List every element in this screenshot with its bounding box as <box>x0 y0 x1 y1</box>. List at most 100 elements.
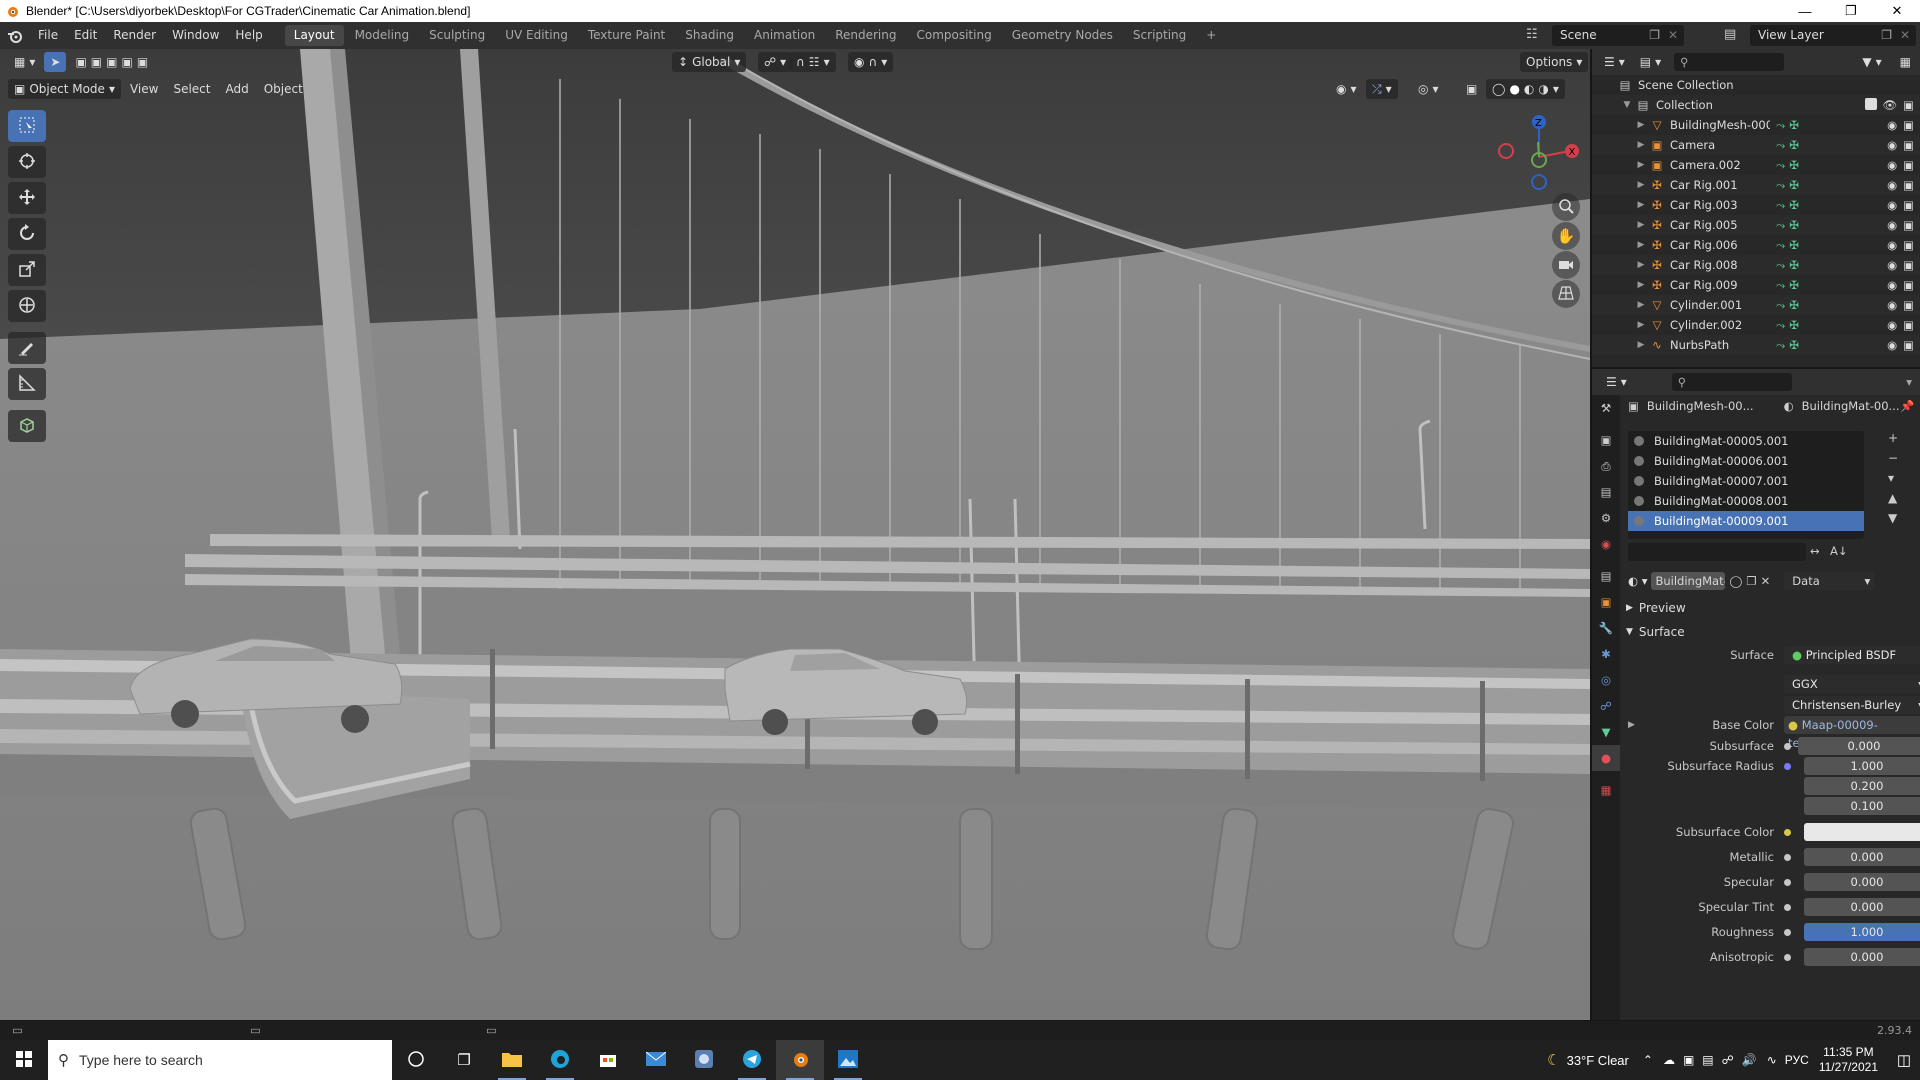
pivot-point-dropdown[interactable]: ☍ ▾ <box>758 52 793 72</box>
data-icon[interactable]: ✠ <box>1789 318 1799 333</box>
unlink-material-icon[interactable]: ✕ <box>1761 574 1771 588</box>
eye-icon[interactable]: ◉ <box>1887 238 1897 252</box>
metallic-socket-icon[interactable] <box>1784 854 1791 861</box>
overlay-toggle[interactable]: ◎ ▾ <box>1412 79 1445 99</box>
tool-move[interactable] <box>8 182 46 214</box>
data-icon[interactable]: ✠ <box>1789 218 1799 233</box>
duplicate-material-icon[interactable]: ❐ <box>1746 574 1756 588</box>
fake-user-shield-icon[interactable]: ◯ <box>1729 574 1742 588</box>
tray-app3-icon[interactable]: ☍ <box>1722 1053 1734 1067</box>
tab-modeling[interactable]: Modeling <box>346 25 419 46</box>
menu-help[interactable]: Help <box>227 22 270 49</box>
expand-item-icon[interactable]: ▶ <box>1634 300 1648 310</box>
volume-speaker-icon[interactable]: 🔊 <box>1742 1053 1757 1067</box>
data-icon[interactable]: ✠ <box>1789 338 1799 353</box>
outliner-item[interactable]: ▶ ✠ Car Rig.006 ⤳ ✠ ◉ ▣ <box>1592 235 1920 255</box>
tab-geometry-nodes[interactable]: Geometry Nodes <box>1003 25 1122 46</box>
surface-panel-header[interactable]: ▼ Surface <box>1626 621 1685 643</box>
expand-item-icon[interactable]: ▶ <box>1634 280 1648 290</box>
tab-collection[interactable]: ▤ <box>1592 563 1620 589</box>
outliner-item[interactable]: ▶ ✠ Car Rig.001 ⤳ ✠ ◉ ▣ <box>1592 175 1920 195</box>
outliner-item[interactable]: ▶ ▣ Camera ⤳ ✠ ◉ ▣ <box>1592 135 1920 155</box>
render-camera-icon[interactable]: ▣ <box>1903 258 1914 272</box>
notifications-icon[interactable]: ◫ <box>1888 1051 1920 1069</box>
tab-object[interactable]: ▣ <box>1592 589 1620 615</box>
material-slot[interactable]: BuildingMat-00009.001 <box>1628 511 1864 531</box>
zoom-view-button[interactable] <box>1552 193 1580 221</box>
eye-icon[interactable]: ◉ <box>1887 118 1897 132</box>
taskbar-app[interactable] <box>680 1040 728 1080</box>
eye-icon[interactable]: 👁 <box>1883 98 1898 112</box>
taskbar-store[interactable] <box>584 1040 632 1080</box>
tab-material[interactable]: ● <box>1592 745 1620 771</box>
snap-toggle[interactable]: ∩ ☷ ▾ <box>790 52 836 72</box>
outliner-item[interactable]: ▶▽BuildingMesh-00054.001⤳✠◉▣ <box>1592 115 1920 135</box>
data-icon[interactable]: ✠ <box>1789 278 1799 293</box>
subsurface-radius-y-field[interactable]: 0.200 <box>1804 777 1920 795</box>
subsurface-socket-icon[interactable] <box>1784 743 1791 750</box>
outliner-search-input[interactable]: ⚲ <box>1674 53 1785 71</box>
render-camera-icon[interactable]: ▣ <box>1903 198 1914 212</box>
expand-item-icon[interactable]: ▶ <box>1634 260 1648 270</box>
render-camera-icon[interactable]: ▣ <box>1903 178 1914 192</box>
select-extend-icon[interactable]: ▣ <box>91 52 102 72</box>
subsurface-color-socket-icon[interactable] <box>1784 829 1791 836</box>
sort-toggle-icon[interactable]: ↔ <box>1810 544 1820 558</box>
selection-mode-group[interactable]: ▣ ▣ ▣ ▣ ▣ <box>69 52 154 72</box>
language-indicator[interactable]: РУС <box>1785 1053 1809 1067</box>
tab-view-layer[interactable]: ▤ <box>1592 479 1620 505</box>
view-layer-selector[interactable]: View Layer ❐ ✕ <box>1750 25 1916 46</box>
copy-view-layer-icon[interactable]: ❐ <box>1881 25 1892 46</box>
properties-options-icon[interactable]: ▾ <box>1906 375 1912 389</box>
material-shading-icon[interactable]: ◐ <box>1524 79 1534 99</box>
add-workspace-button[interactable]: + <box>1197 25 1225 46</box>
taskbar-file-explorer[interactable] <box>488 1040 536 1080</box>
specular-socket-icon[interactable] <box>1784 879 1791 886</box>
transform-orientation-dropdown[interactable]: ↕ Global ▾ <box>672 52 747 72</box>
solid-shading-icon[interactable]: ● <box>1509 79 1519 99</box>
gizmo-toggle[interactable]: ⤮ ▾ <box>1366 79 1398 99</box>
tab-layout[interactable]: Layout <box>284 25 344 46</box>
material-slot[interactable]: BuildingMat-00007.001 <box>1628 471 1864 491</box>
menu-render[interactable]: Render <box>105 22 164 49</box>
pin-icon[interactable]: 📌 <box>1900 399 1914 413</box>
render-camera-icon[interactable]: ▣ <box>1903 278 1914 292</box>
render-camera-icon[interactable]: ▣ <box>1903 98 1914 112</box>
weather-label[interactable]: 33°F Clear <box>1567 1053 1629 1068</box>
render-camera-icon[interactable]: ▣ <box>1903 218 1914 232</box>
expand-item-icon[interactable]: ▶ <box>1634 160 1648 170</box>
onedrive-cloud-icon[interactable]: ☁ <box>1663 1053 1675 1067</box>
move-slot-up-button[interactable]: ▲ <box>1888 491 1898 505</box>
render-camera-icon[interactable]: ▣ <box>1903 138 1914 152</box>
menu-add[interactable]: Add <box>219 79 254 99</box>
properties-editor-type[interactable]: ☰ ▾ <box>1600 372 1633 392</box>
surface-shader-field[interactable]: ● Principled BSDF <box>1784 646 1920 664</box>
data-icon[interactable]: ✠ <box>1789 138 1799 153</box>
data-icon[interactable]: ✠ <box>1789 238 1799 253</box>
eye-icon[interactable]: ◉ <box>1887 218 1897 232</box>
constraint-icon[interactable]: ⤳ <box>1776 298 1785 313</box>
collection-checkbox[interactable] <box>1864 98 1877 110</box>
rendered-shading-icon[interactable]: ◑ <box>1538 79 1548 99</box>
constraint-icon[interactable]: ⤳ <box>1776 138 1785 153</box>
data-icon[interactable]: ✠ <box>1789 258 1799 273</box>
task-view-button[interactable]: ❐ <box>440 1040 488 1080</box>
render-camera-icon[interactable]: ▣ <box>1903 298 1914 312</box>
wifi-icon[interactable]: ∿ <box>1767 1053 1777 1067</box>
expand-item-icon[interactable]: ▶ <box>1634 180 1648 190</box>
tool-select-box[interactable] <box>8 110 46 142</box>
scene-icon[interactable]: ☷ <box>1526 27 1538 42</box>
tab-world[interactable]: ◉ <box>1592 531 1620 557</box>
eye-icon[interactable]: ◉ <box>1887 338 1897 352</box>
render-camera-icon[interactable]: ▣ <box>1903 158 1914 172</box>
expand-item-icon[interactable]: ▶ <box>1634 140 1648 150</box>
perspective-toggle-button[interactable] <box>1552 280 1580 308</box>
tool-annotate[interactable] <box>8 332 46 364</box>
slot-specials-button[interactable]: ▾ <box>1888 471 1898 485</box>
tray-app-icon[interactable]: ▣ <box>1683 1053 1694 1067</box>
maximize-button[interactable]: ❐ <box>1828 0 1874 22</box>
tool-cursor[interactable] <box>8 146 46 178</box>
xray-toggle[interactable]: ▣ <box>1460 79 1483 99</box>
eye-icon[interactable]: ◉ <box>1887 158 1897 172</box>
add-slot-button[interactable]: + <box>1888 431 1898 445</box>
